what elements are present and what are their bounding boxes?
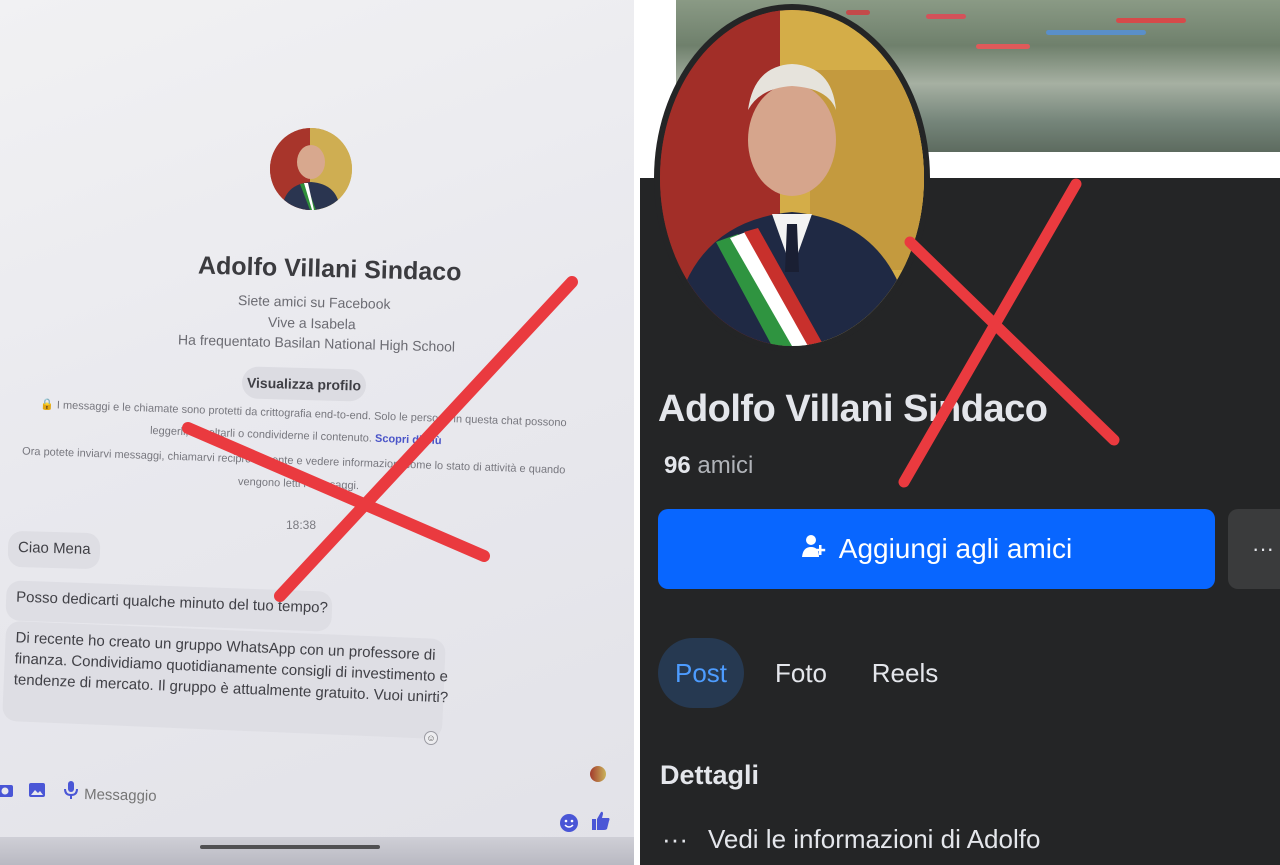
message-text: Ciao Mena [17, 539, 91, 558]
encryption-note-2: leggerli, ascoltarli o condividerne il c… [150, 425, 442, 447]
emoji-icon[interactable] [558, 812, 580, 834]
image-icon[interactable] [26, 779, 48, 801]
encryption-note-line1: I messaggi e le chiamate sono protetti d… [56, 399, 567, 430]
tab-post[interactable]: Post [658, 638, 744, 708]
message-bubble: Di recente ho creato un gruppo WhatsApp … [2, 620, 449, 740]
chat-contact-name: Adolfo Villani Sindaco [197, 251, 462, 287]
seen-receipt-avatar [590, 766, 606, 782]
chat-school-info: Ha frequentato Basilan National High Sch… [177, 331, 456, 355]
message-input[interactable] [83, 773, 545, 827]
profile-picture[interactable] [654, 4, 930, 352]
chat-location-info: Vive a Isabela [267, 313, 356, 333]
friends-count-label: amici [697, 452, 754, 479]
details-info-row[interactable]: ··· Vedi le informazioni di Adolfo [662, 824, 1040, 855]
activity-note-line1: Ora potete inviarvi messaggi, chiamarvi … [21, 445, 566, 477]
details-info-label: Vedi le informazioni di Adolfo [707, 824, 1041, 854]
activity-note-line2: vengono letti i messaggi. [237, 475, 360, 493]
red-cross-mark [898, 178, 1120, 488]
friends-count[interactable]: 96 amici [664, 452, 753, 480]
more-options-button[interactable]: ··· [1228, 509, 1280, 589]
thumbs-up-icon[interactable] [590, 810, 612, 832]
add-reaction-icon[interactable]: ☺ [424, 731, 438, 745]
profile-name: Adolfo Villani Sindaco [658, 388, 1048, 430]
laptop-bezel [0, 837, 634, 865]
encryption-note: 🔒 I messaggi e le chiamate sono protetti… [40, 398, 567, 429]
learn-more-link[interactable]: Scopri di più [375, 433, 442, 447]
chat-profile-avatar[interactable] [270, 128, 352, 210]
add-friend-label: Aggiungi agli amici [838, 533, 1073, 564]
encryption-note-line2: leggerli, ascoltarli o condividerne il c… [149, 424, 373, 445]
tab-photos[interactable]: Foto [764, 638, 838, 708]
chat-friends-info: Siete amici su Facebook [237, 292, 391, 312]
lock-icon: 🔒 [39, 398, 55, 412]
view-profile-button[interactable]: Visualizza profilo [241, 366, 367, 402]
home-indicator [200, 845, 380, 849]
add-friend-icon [801, 533, 827, 566]
camera-icon[interactable] [0, 779, 16, 801]
message-timestamp: 18:38 [286, 518, 317, 532]
microphone-icon[interactable] [60, 779, 82, 801]
more-dots-icon: ··· [662, 824, 688, 854]
add-friend-button[interactable]: Aggiungi agli amici [658, 509, 1215, 589]
facebook-profile-panel: Adolfo Villani Sindaco 96 amici Aggiungi… [640, 0, 1280, 865]
message-text: Posso dedicarti qualche minuto del tuo t… [15, 588, 329, 617]
messenger-chat-panel: Adolfo Villani Sindaco Siete amici su Fa… [0, 0, 634, 865]
friends-count-number: 96 [664, 452, 691, 479]
tab-reels[interactable]: Reels [866, 638, 944, 708]
details-heading: Dettagli [660, 760, 760, 790]
message-bubble: Ciao Mena [7, 530, 101, 570]
